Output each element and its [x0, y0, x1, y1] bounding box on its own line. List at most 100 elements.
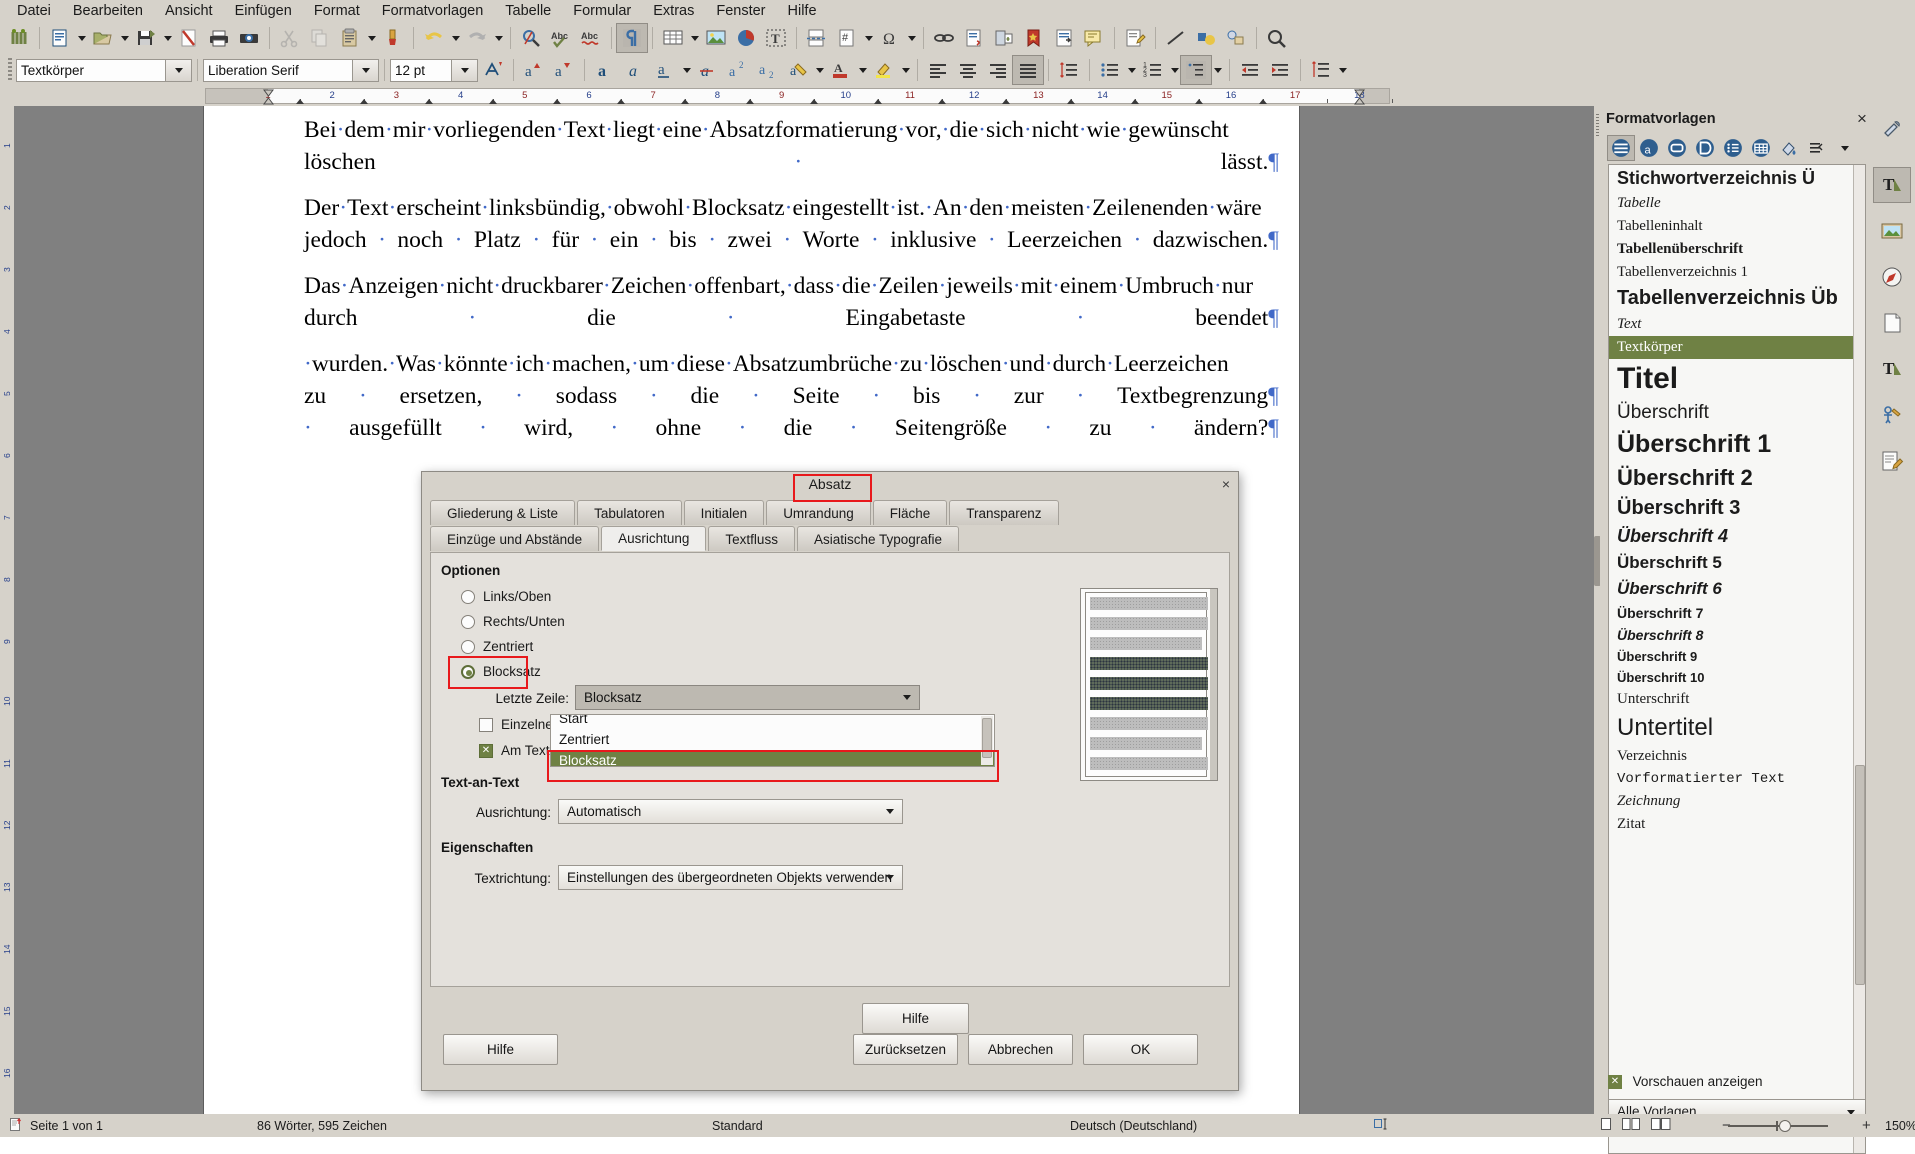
special-character-icon[interactable]: Ω — [875, 24, 905, 52]
fill-format-mode-icon[interactable] — [1776, 136, 1802, 160]
last-line-select[interactable]: Blocksatz — [575, 685, 920, 710]
insert-hyperlink-icon[interactable] — [929, 24, 959, 52]
new-document-icon[interactable] — [45, 24, 75, 52]
font-name-dropdown-button[interactable] — [353, 59, 379, 82]
navigator-deck-icon[interactable] — [1874, 260, 1910, 294]
style-list-item[interactable]: Zitat — [1609, 813, 1865, 836]
radio-zentriert[interactable]: Zentriert — [461, 639, 533, 654]
redo-icon[interactable] — [462, 24, 492, 52]
chevron-down-icon[interactable] — [161, 24, 174, 52]
book-view-icon[interactable] — [1650, 1117, 1672, 1134]
dialog-title-bar[interactable]: Absatz × — [422, 472, 1238, 499]
increase-font-icon[interactable]: a — [519, 56, 549, 84]
help-button-bottom[interactable]: Hilfe — [443, 1034, 558, 1065]
set-paragraph-style-icon[interactable] — [478, 56, 508, 84]
dialog-tab-gliederung-liste[interactable]: Gliederung & Liste — [430, 500, 575, 525]
insert-chart-icon[interactable] — [731, 24, 761, 52]
style-list-item[interactable]: Tabelleninhalt — [1609, 215, 1865, 238]
menu-item-datei[interactable]: Datei — [6, 1, 62, 21]
ruler-tab-stop[interactable] — [938, 99, 946, 104]
chevron-down-icon[interactable] — [688, 24, 701, 52]
style-list-item[interactable]: Untertitel — [1609, 711, 1865, 745]
zoom-icon[interactable] — [1262, 24, 1292, 52]
ruler-tab-stop[interactable] — [489, 99, 497, 104]
radio-links-oben[interactable]: Links/Oben — [461, 589, 551, 604]
chevron-down-icon[interactable] — [118, 24, 131, 52]
align-center-icon[interactable] — [953, 56, 983, 84]
document-paragraph[interactable]: Der·Text·erscheint·linksbündig,·obwohl·B… — [304, 192, 1279, 256]
chevron-down-icon[interactable] — [365, 24, 378, 52]
insert-page-break-icon[interactable] — [802, 24, 832, 52]
paragraph-style-combo[interactable]: Textkörper — [16, 59, 192, 82]
styles-deck-icon[interactable]: T — [1874, 168, 1910, 202]
reset-button[interactable]: Zurücksetzen — [853, 1034, 958, 1065]
chevron-down-icon[interactable] — [75, 24, 88, 52]
radio-rechts-unten[interactable]: Rechts/Unten — [461, 614, 565, 629]
decrease-font-icon[interactable]: a — [549, 56, 579, 84]
bold-icon[interactable]: a — [590, 56, 620, 84]
style-list-item[interactable]: Text — [1609, 313, 1865, 336]
insert-bookmark-icon[interactable] — [1019, 24, 1049, 52]
insert-footnote-icon[interactable] — [959, 24, 989, 52]
font-size-dropdown-button[interactable] — [452, 59, 478, 82]
auto-spellcheck-icon[interactable]: Abc — [576, 24, 606, 52]
print-preview-icon[interactable] — [234, 24, 264, 52]
close-icon[interactable]: × — [1222, 476, 1230, 492]
underline-icon[interactable]: a — [650, 56, 680, 84]
radio-blocksatz[interactable]: Blocksatz — [461, 664, 541, 679]
ruler-tab-stop[interactable] — [1002, 99, 1010, 104]
style-list-item[interactable]: Tabellenüberschrift — [1609, 238, 1865, 261]
first-line-indent-marker[interactable] — [263, 89, 274, 105]
paste-icon[interactable] — [335, 24, 365, 52]
cut-icon[interactable] — [275, 24, 305, 52]
ruler-left-margin[interactable] — [206, 89, 268, 103]
ruler-tab-stop[interactable] — [360, 99, 368, 104]
language-status[interactable]: Deutsch (Deutschland) — [1070, 1119, 1197, 1133]
dialog-tab-textfluss[interactable]: Textfluss — [708, 526, 795, 551]
insert-endnote-icon[interactable] — [989, 24, 1019, 52]
menu-item-einf-gen[interactable]: Einfügen — [224, 1, 303, 21]
style-list-item[interactable]: Tabellenverzeichnis 1 — [1609, 261, 1865, 284]
dropdown-scrollbar[interactable] — [981, 716, 993, 765]
style-list-item[interactable]: Stichwortverzeichnis Ü — [1609, 165, 1865, 192]
style-actions-dropdown-icon[interactable] — [1832, 136, 1858, 160]
copy-icon[interactable] — [305, 24, 335, 52]
align-right-icon[interactable] — [983, 56, 1013, 84]
line-spacing-icon[interactable] — [1054, 56, 1084, 84]
single-page-icon[interactable] — [1600, 1117, 1612, 1134]
show-draw-functions-icon[interactable] — [1221, 24, 1251, 52]
dropdown-option-start[interactable]: Start — [551, 714, 994, 729]
ruler-tab-stop[interactable] — [1259, 99, 1267, 104]
ruler-tab-stop[interactable] — [296, 99, 304, 104]
insert-textbox-icon[interactable]: T — [761, 24, 791, 52]
toolbar-grip[interactable] — [8, 58, 12, 82]
style-list-item[interactable]: Überschrift 7 — [1609, 602, 1865, 624]
save-document-icon[interactable] — [131, 24, 161, 52]
spelling-icon[interactable]: Abc — [546, 24, 576, 52]
outline-list-icon[interactable] — [1181, 56, 1211, 84]
accessibility-check-deck-icon[interactable] — [1874, 398, 1910, 432]
chevron-down-icon[interactable] — [905, 24, 918, 52]
dialog-tab-transparenz[interactable]: Transparenz — [949, 500, 1058, 525]
ordered-list-icon[interactable]: 123 — [1138, 56, 1168, 84]
menu-item-format[interactable]: Format — [303, 1, 371, 21]
chevron-down-icon[interactable] — [899, 56, 912, 84]
menu-item-hilfe[interactable]: Hilfe — [777, 1, 828, 21]
document-paragraph[interactable]: Bei·dem·mir·vorliegenden·Text·liegt·eine… — [304, 114, 1279, 178]
increase-indent-icon[interactable] — [1265, 56, 1295, 84]
style-inspector-deck-icon[interactable]: T — [1874, 352, 1910, 386]
chevron-down-icon[interactable] — [813, 56, 826, 84]
dialog-tab-asiatische-typografie[interactable]: Asiatische Typografie — [797, 526, 959, 551]
ruler-tab-stop[interactable] — [1131, 99, 1139, 104]
highlight-color-icon[interactable] — [869, 56, 899, 84]
line-icon[interactable] — [1161, 24, 1191, 52]
dialog-tab-umrandung[interactable]: Umrandung — [766, 500, 871, 525]
basic-shapes-icon[interactable] — [1191, 24, 1221, 52]
insert-field-icon[interactable]: # — [832, 24, 862, 52]
style-list-item[interactable]: Verzeichnis — [1609, 745, 1865, 768]
slider-knob[interactable] — [1779, 1120, 1791, 1132]
track-changes-icon[interactable] — [1120, 24, 1150, 52]
chevron-down-icon[interactable] — [492, 24, 505, 52]
list-styles-icon[interactable] — [1720, 136, 1746, 160]
word-count-status[interactable]: 86 Wörter, 595 Zeichen — [257, 1119, 387, 1133]
